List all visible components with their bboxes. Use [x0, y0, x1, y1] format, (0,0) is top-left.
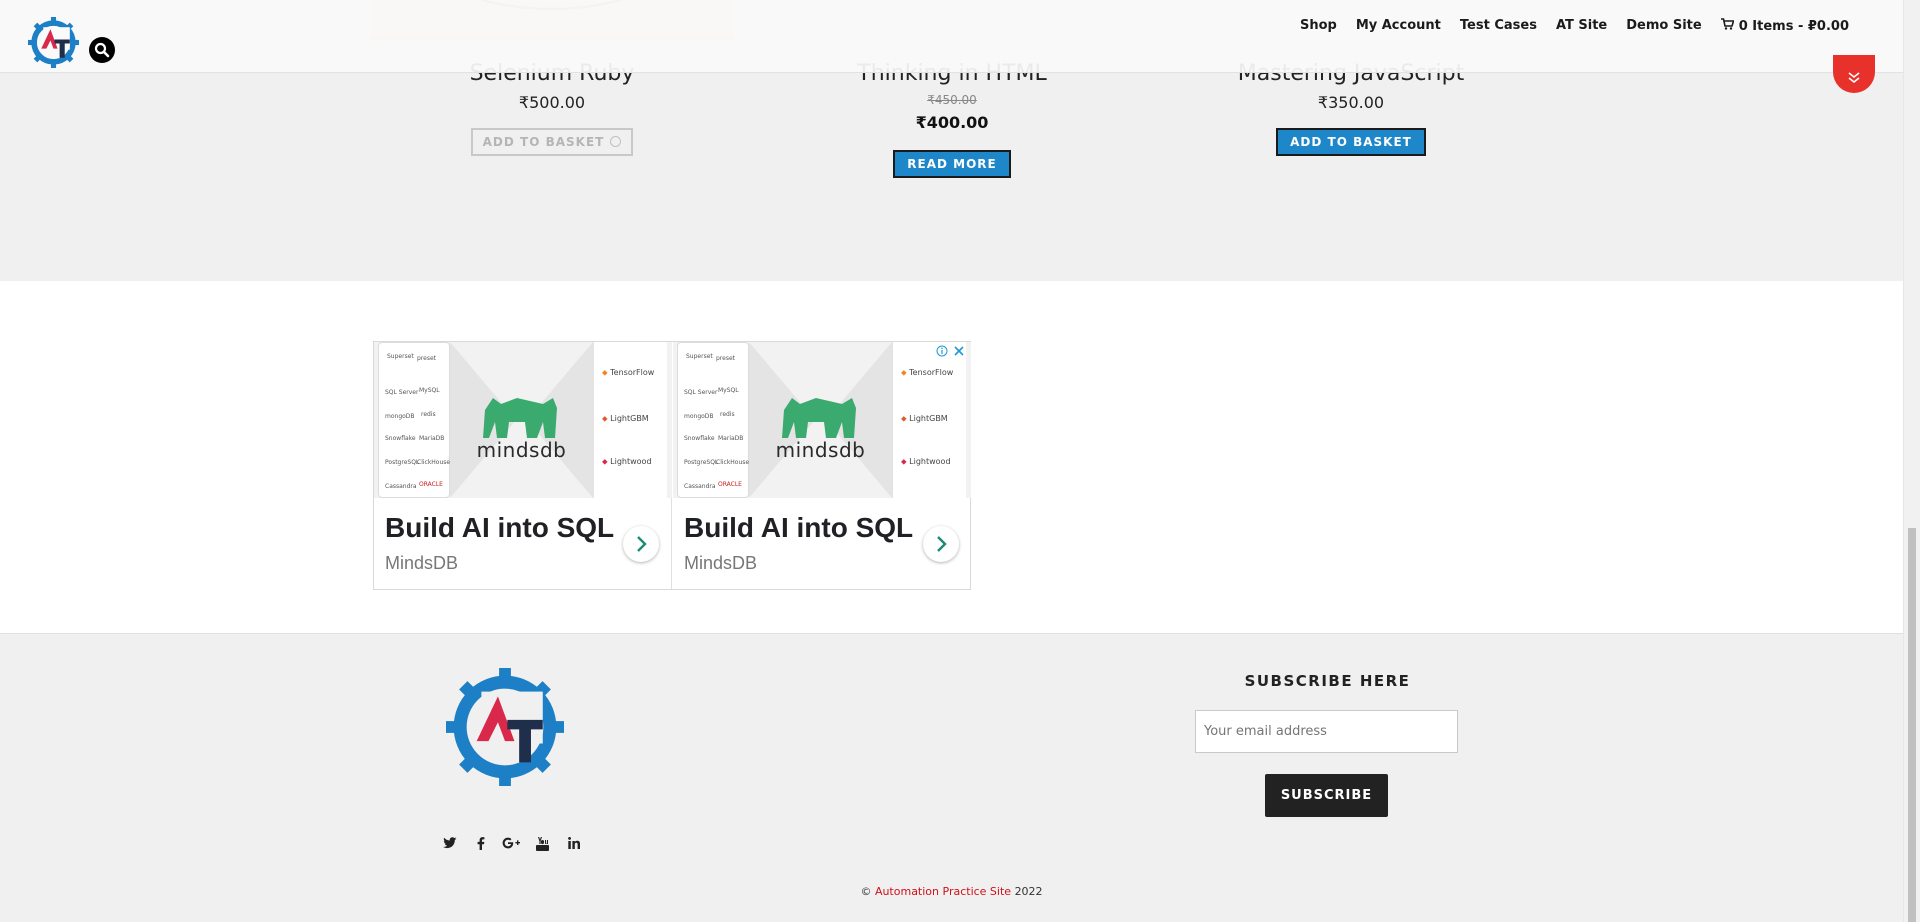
- source-label: Cassandra: [684, 483, 716, 490]
- ad-data-sources: Superset preset SQL Server MySQL mongoDB…: [677, 342, 749, 498]
- source-label: PostgreSQL: [684, 459, 719, 466]
- google-plus-icon[interactable]: [496, 837, 527, 855]
- subscribe-heading: SUBSCRIBE HERE: [1244, 672, 1411, 690]
- ad-graphic: Superset preset SQL Server MySQL mongoDB…: [374, 342, 672, 498]
- source-label: preset: [417, 355, 437, 362]
- partner-label: ⬥ TensorFlow: [901, 368, 954, 377]
- partner-label: ⬥ Lightwood: [901, 457, 951, 466]
- chevron-right-icon: [637, 536, 647, 552]
- ad-cta-button[interactable]: [623, 526, 659, 562]
- source-label: redis: [421, 411, 436, 418]
- ad-brand-area: mindsdb: [450, 342, 593, 498]
- ad-graphic: Superset preset SQL Server MySQL mongoDB…: [673, 342, 971, 498]
- ad-brand-area: mindsdb: [749, 342, 892, 498]
- ad-advertiser[interactable]: MindsDB: [684, 553, 757, 574]
- nav-at-site[interactable]: AT Site: [1556, 18, 1607, 34]
- product-sale-price: ₹400.00: [915, 113, 989, 132]
- page-scrollbar[interactable]: [1903, 0, 1920, 922]
- source-label: preset: [716, 355, 736, 362]
- source-label: PostgreSQL: [385, 459, 420, 466]
- ad-unit[interactable]: Superset preset SQL Server MySQL mongoDB…: [673, 342, 971, 589]
- add-to-basket-label: ADD TO BASKET: [482, 135, 605, 149]
- copyright: © Automation Practice Site 2022: [0, 885, 1903, 898]
- nav-shop[interactable]: Shop: [1300, 18, 1337, 34]
- partner-label: ⬥ LightGBM: [602, 414, 649, 423]
- source-label: ClickHouse: [716, 459, 750, 466]
- nav-my-account[interactable]: My Account: [1356, 18, 1441, 34]
- read-more-button[interactable]: READ MORE: [893, 150, 1011, 178]
- cart-icon: [1720, 18, 1734, 30]
- facebook-icon[interactable]: [465, 837, 496, 855]
- nav-test-cases[interactable]: Test Cases: [1460, 18, 1537, 34]
- linkedin-icon[interactable]: [558, 837, 589, 855]
- ad-brand-name: mindsdb: [775, 438, 866, 462]
- ad-ml-partners: ⬥ TensorFlow ⬥ LightGBM ⬥ Lightwood: [593, 342, 667, 498]
- source-label: MariaDB: [718, 435, 744, 442]
- ad-headline[interactable]: Build AI into SQL: [684, 512, 913, 544]
- ad-unit[interactable]: Superset preset SQL Server MySQL mongoDB…: [374, 342, 672, 589]
- cart-total: 0 Items - ₽0.00: [1738, 19, 1849, 34]
- ad-data-sources: Superset preset SQL Server MySQL mongoDB…: [378, 342, 450, 498]
- add-to-basket-button[interactable]: ADD TO BASKET: [1276, 128, 1426, 156]
- search-icon: [94, 42, 110, 58]
- social-links: [434, 837, 589, 855]
- mindsdb-bear-icon: [782, 398, 856, 438]
- source-label: SQL Server: [385, 389, 419, 396]
- loading-spinner-icon: [610, 136, 622, 147]
- source-label: Snowflake: [385, 435, 416, 442]
- product-price: ₹350.00: [1317, 93, 1385, 112]
- source-label: Cassandra: [385, 483, 417, 490]
- add-to-basket-button[interactable]: ADD TO BASKET: [470, 128, 634, 156]
- partner-label: ⬥ Lightwood: [602, 457, 652, 466]
- ad-close-icon[interactable]: [952, 344, 966, 358]
- nav-demo-site[interactable]: Demo Site: [1626, 18, 1701, 34]
- scrollbar-thumb[interactable]: [1908, 528, 1916, 922]
- product-old-price: ₹450.00: [927, 93, 977, 107]
- source-label: redis: [720, 411, 735, 418]
- copyright-symbol: ©: [860, 885, 872, 898]
- source-label: mongoDB: [684, 413, 714, 420]
- site-logo[interactable]: [28, 17, 79, 68]
- product-price: ₹500.00: [518, 93, 586, 112]
- email-input[interactable]: [1195, 710, 1458, 753]
- mindsdb-bear-icon: [483, 398, 557, 438]
- chevron-right-icon: [937, 536, 947, 552]
- main-nav: Shop My Account Test Cases AT Site Demo …: [1281, 18, 1849, 34]
- double-chevron-down-icon: [1848, 72, 1860, 84]
- youtube-icon[interactable]: [527, 837, 558, 855]
- source-label: MySQL: [419, 387, 440, 394]
- source-label: SQL Server: [684, 389, 718, 396]
- source-label: mongoDB: [385, 413, 415, 420]
- ad-ml-partners: ⬥ TensorFlow ⬥ LightGBM ⬥ Lightwood: [892, 342, 966, 498]
- source-label: Snowflake: [684, 435, 715, 442]
- source-label: ORACLE: [718, 481, 742, 488]
- footer-logo[interactable]: [446, 668, 564, 786]
- ad-cta-button[interactable]: [923, 526, 959, 562]
- partner-label: ⬥ TensorFlow: [602, 368, 655, 377]
- source-label: MySQL: [718, 387, 739, 394]
- ad-headline[interactable]: Build AI into SQL: [385, 512, 614, 544]
- site-header: Shop My Account Test Cases AT Site Demo …: [0, 0, 1903, 73]
- ad-info-icon[interactable]: [936, 345, 948, 357]
- partner-label: ⬥ LightGBM: [901, 414, 948, 423]
- ad-section: Superset preset SQL Server MySQL mongoDB…: [0, 281, 1903, 633]
- scroll-toggle-button[interactable]: [1833, 55, 1875, 93]
- source-label: MariaDB: [419, 435, 445, 442]
- twitter-icon[interactable]: [434, 837, 465, 855]
- cart-link[interactable]: 0 Items - ₽0.00: [1720, 18, 1849, 34]
- source-label: ORACLE: [419, 481, 443, 488]
- search-button[interactable]: [89, 37, 115, 63]
- ad-banner[interactable]: Superset preset SQL Server MySQL mongoDB…: [373, 341, 971, 590]
- source-label: Superset: [686, 353, 713, 360]
- copyright-year: 2022: [1014, 885, 1043, 898]
- site-footer: SUBSCRIBE HERE SUBSCRIBE © Automation Pr…: [0, 633, 1903, 922]
- ad-brand-name: mindsdb: [476, 438, 567, 462]
- ad-advertiser[interactable]: MindsDB: [385, 553, 458, 574]
- copyright-link[interactable]: Automation Practice Site: [875, 885, 1011, 898]
- subscribe-button[interactable]: SUBSCRIBE: [1265, 774, 1388, 817]
- source-label: Superset: [387, 353, 414, 360]
- source-label: ClickHouse: [417, 459, 451, 466]
